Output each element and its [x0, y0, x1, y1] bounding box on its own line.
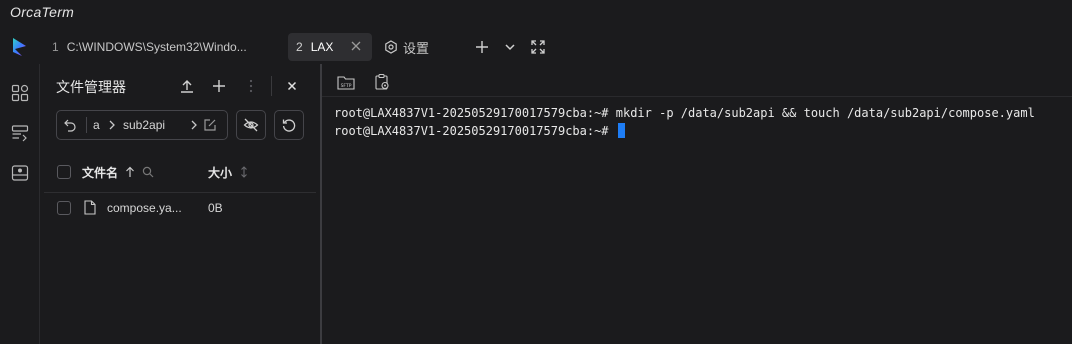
- terminal-toolbar-divider: [322, 96, 1072, 97]
- terminal-prompt: root@LAX4837V1-20250529170017579cba:~#: [334, 124, 616, 138]
- file-table-header: 文件名 大小: [44, 156, 316, 193]
- clipboard-settings-icon[interactable]: [372, 72, 392, 92]
- sftp-folder-icon[interactable]: SFTP: [336, 72, 356, 92]
- terminal-pane[interactable]: SFTP root@LAX4837V1-20250529170017579cba…: [322, 64, 1072, 344]
- sftp-label: SFTP: [341, 83, 352, 89]
- tab-lax[interactable]: 2 LAX: [288, 33, 372, 61]
- more-vertical-icon[interactable]: [243, 78, 259, 94]
- chevron-down-icon[interactable]: [502, 39, 518, 55]
- close-tab-icon[interactable]: [350, 40, 362, 52]
- file-name[interactable]: compose.ya...: [107, 201, 182, 215]
- gear-icon: [384, 40, 398, 54]
- search-icon[interactable]: [142, 166, 154, 178]
- chevron-right-icon: [189, 119, 199, 131]
- path-segment[interactable]: sub2api: [123, 118, 165, 132]
- path-segment[interactable]: a: [93, 118, 100, 132]
- edit-path-icon[interactable]: [203, 118, 217, 132]
- toggle-hidden-files-button[interactable]: [236, 110, 266, 140]
- tab-settings[interactable]: 设置: [384, 33, 429, 61]
- back-arrow-icon[interactable]: [63, 118, 77, 132]
- column-header-size[interactable]: 大小: [208, 164, 232, 181]
- column-header-name[interactable]: 文件名: [82, 164, 118, 181]
- path-breadcrumb[interactable]: a sub2api: [56, 110, 228, 140]
- header-divider: [271, 76, 272, 96]
- path-divider: [86, 117, 87, 133]
- file-row[interactable]: compose.ya... 0B: [44, 196, 316, 220]
- sort-ascending-icon[interactable]: [124, 166, 136, 178]
- file-manager-title: 文件管理器: [56, 79, 126, 95]
- eye-off-icon: [243, 118, 259, 132]
- tab-label: C:\WINDOWS\System32\Windo...: [66, 40, 247, 54]
- chevron-right-icon: [107, 119, 117, 131]
- add-tab-icon[interactable]: [474, 39, 490, 55]
- sort-toggle-icon[interactable]: [238, 166, 250, 178]
- sidebar-rail: [0, 64, 40, 344]
- file-manager-panel: 文件管理器 a sub2api 文件名 大小 compose.ya... 0B: [40, 64, 320, 344]
- refresh-button[interactable]: [274, 110, 304, 140]
- app-logo-icon: [10, 36, 30, 58]
- select-all-checkbox[interactable]: [57, 165, 71, 179]
- tab-number: 2: [296, 40, 303, 54]
- add-icon[interactable]: [211, 78, 227, 94]
- close-icon[interactable]: [284, 78, 300, 94]
- terminal-cursor: [617, 123, 625, 138]
- refresh-icon: [282, 119, 296, 132]
- tab-windows-cmd[interactable]: 1 C:\WINDOWS\System32\Windo...: [44, 33, 276, 61]
- server-list-icon[interactable]: [11, 124, 29, 142]
- tab-label: LAX: [310, 40, 334, 54]
- terminal-line: root@LAX4837V1-20250529170017579cba:~# m…: [334, 106, 1035, 120]
- terminal-prompt-line[interactable]: root@LAX4837V1-20250529170017579cba:~#: [334, 123, 625, 138]
- fullscreen-icon[interactable]: [530, 39, 546, 55]
- file-size: 0B: [208, 201, 223, 215]
- file-checkbox[interactable]: [57, 201, 71, 215]
- tab-settings-label: 设置: [403, 40, 430, 56]
- apps-grid-icon[interactable]: [11, 84, 29, 102]
- terminal-box-icon[interactable]: [11, 164, 29, 182]
- file-icon: [84, 200, 96, 215]
- upload-icon[interactable]: [179, 78, 195, 94]
- app-title: OrcaTerm: [10, 4, 75, 20]
- tab-number: 1: [52, 40, 59, 54]
